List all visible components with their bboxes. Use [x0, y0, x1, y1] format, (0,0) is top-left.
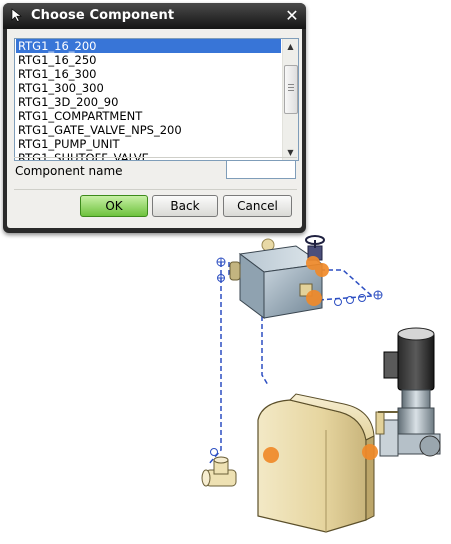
component-list: RTG1_16_200 RTG1_16_250 RTG1_16_300 RTG1_30…: [16, 39, 281, 160]
divider: [14, 157, 297, 158]
dialog-title: Choose Component: [31, 8, 175, 23]
list-scrollbar[interactable]: ▲ ▼: [282, 39, 298, 160]
list-item[interactable]: RTG1_16_200: [16, 39, 281, 53]
list-item[interactable]: RTG1_COMPARTMENT: [16, 109, 281, 123]
compartment-box[interactable]: [229, 235, 325, 319]
scrollbar-thumb[interactable]: [284, 65, 298, 114]
component-name-input[interactable]: [226, 160, 296, 179]
list-item[interactable]: RTG1_GATE_VALVE_NPS_200: [16, 123, 281, 137]
pump-unit[interactable]: [375, 327, 441, 457]
component-name-label: Component name: [15, 164, 123, 178]
cancel-button[interactable]: Cancel: [223, 195, 292, 217]
list-item[interactable]: RTG1_PUMP_UNIT: [16, 137, 281, 151]
list-item[interactable]: RTG1_16_300: [16, 67, 281, 81]
chevron-up-icon[interactable]: ▲: [283, 39, 298, 54]
tee-fitting[interactable]: [201, 456, 237, 487]
dialog-body: RTG1_16_200 RTG1_16_250 RTG1_16_300 RTG1_30…: [7, 29, 302, 228]
list-item[interactable]: RTG1_300_300: [16, 81, 281, 95]
divider: [14, 189, 297, 190]
back-button[interactable]: Back: [152, 195, 218, 217]
list-item[interactable]: RTG1_16_250: [16, 53, 281, 67]
pointer-arrow-icon: [9, 7, 25, 23]
tank[interactable]: [257, 393, 375, 533]
ok-button[interactable]: OK: [80, 195, 148, 217]
list-item[interactable]: RTG1_3D_200_90: [16, 95, 281, 109]
choose-component-dialog: Choose Component ✕ RTG1_16_200 RTG1_16_25…: [3, 3, 306, 233]
component-listbox[interactable]: RTG1_16_200 RTG1_16_250 RTG1_16_300 RTG1_30…: [14, 38, 299, 161]
dialog-title-bar[interactable]: Choose Component ✕: [3, 3, 306, 29]
close-icon[interactable]: ✕: [283, 7, 301, 25]
